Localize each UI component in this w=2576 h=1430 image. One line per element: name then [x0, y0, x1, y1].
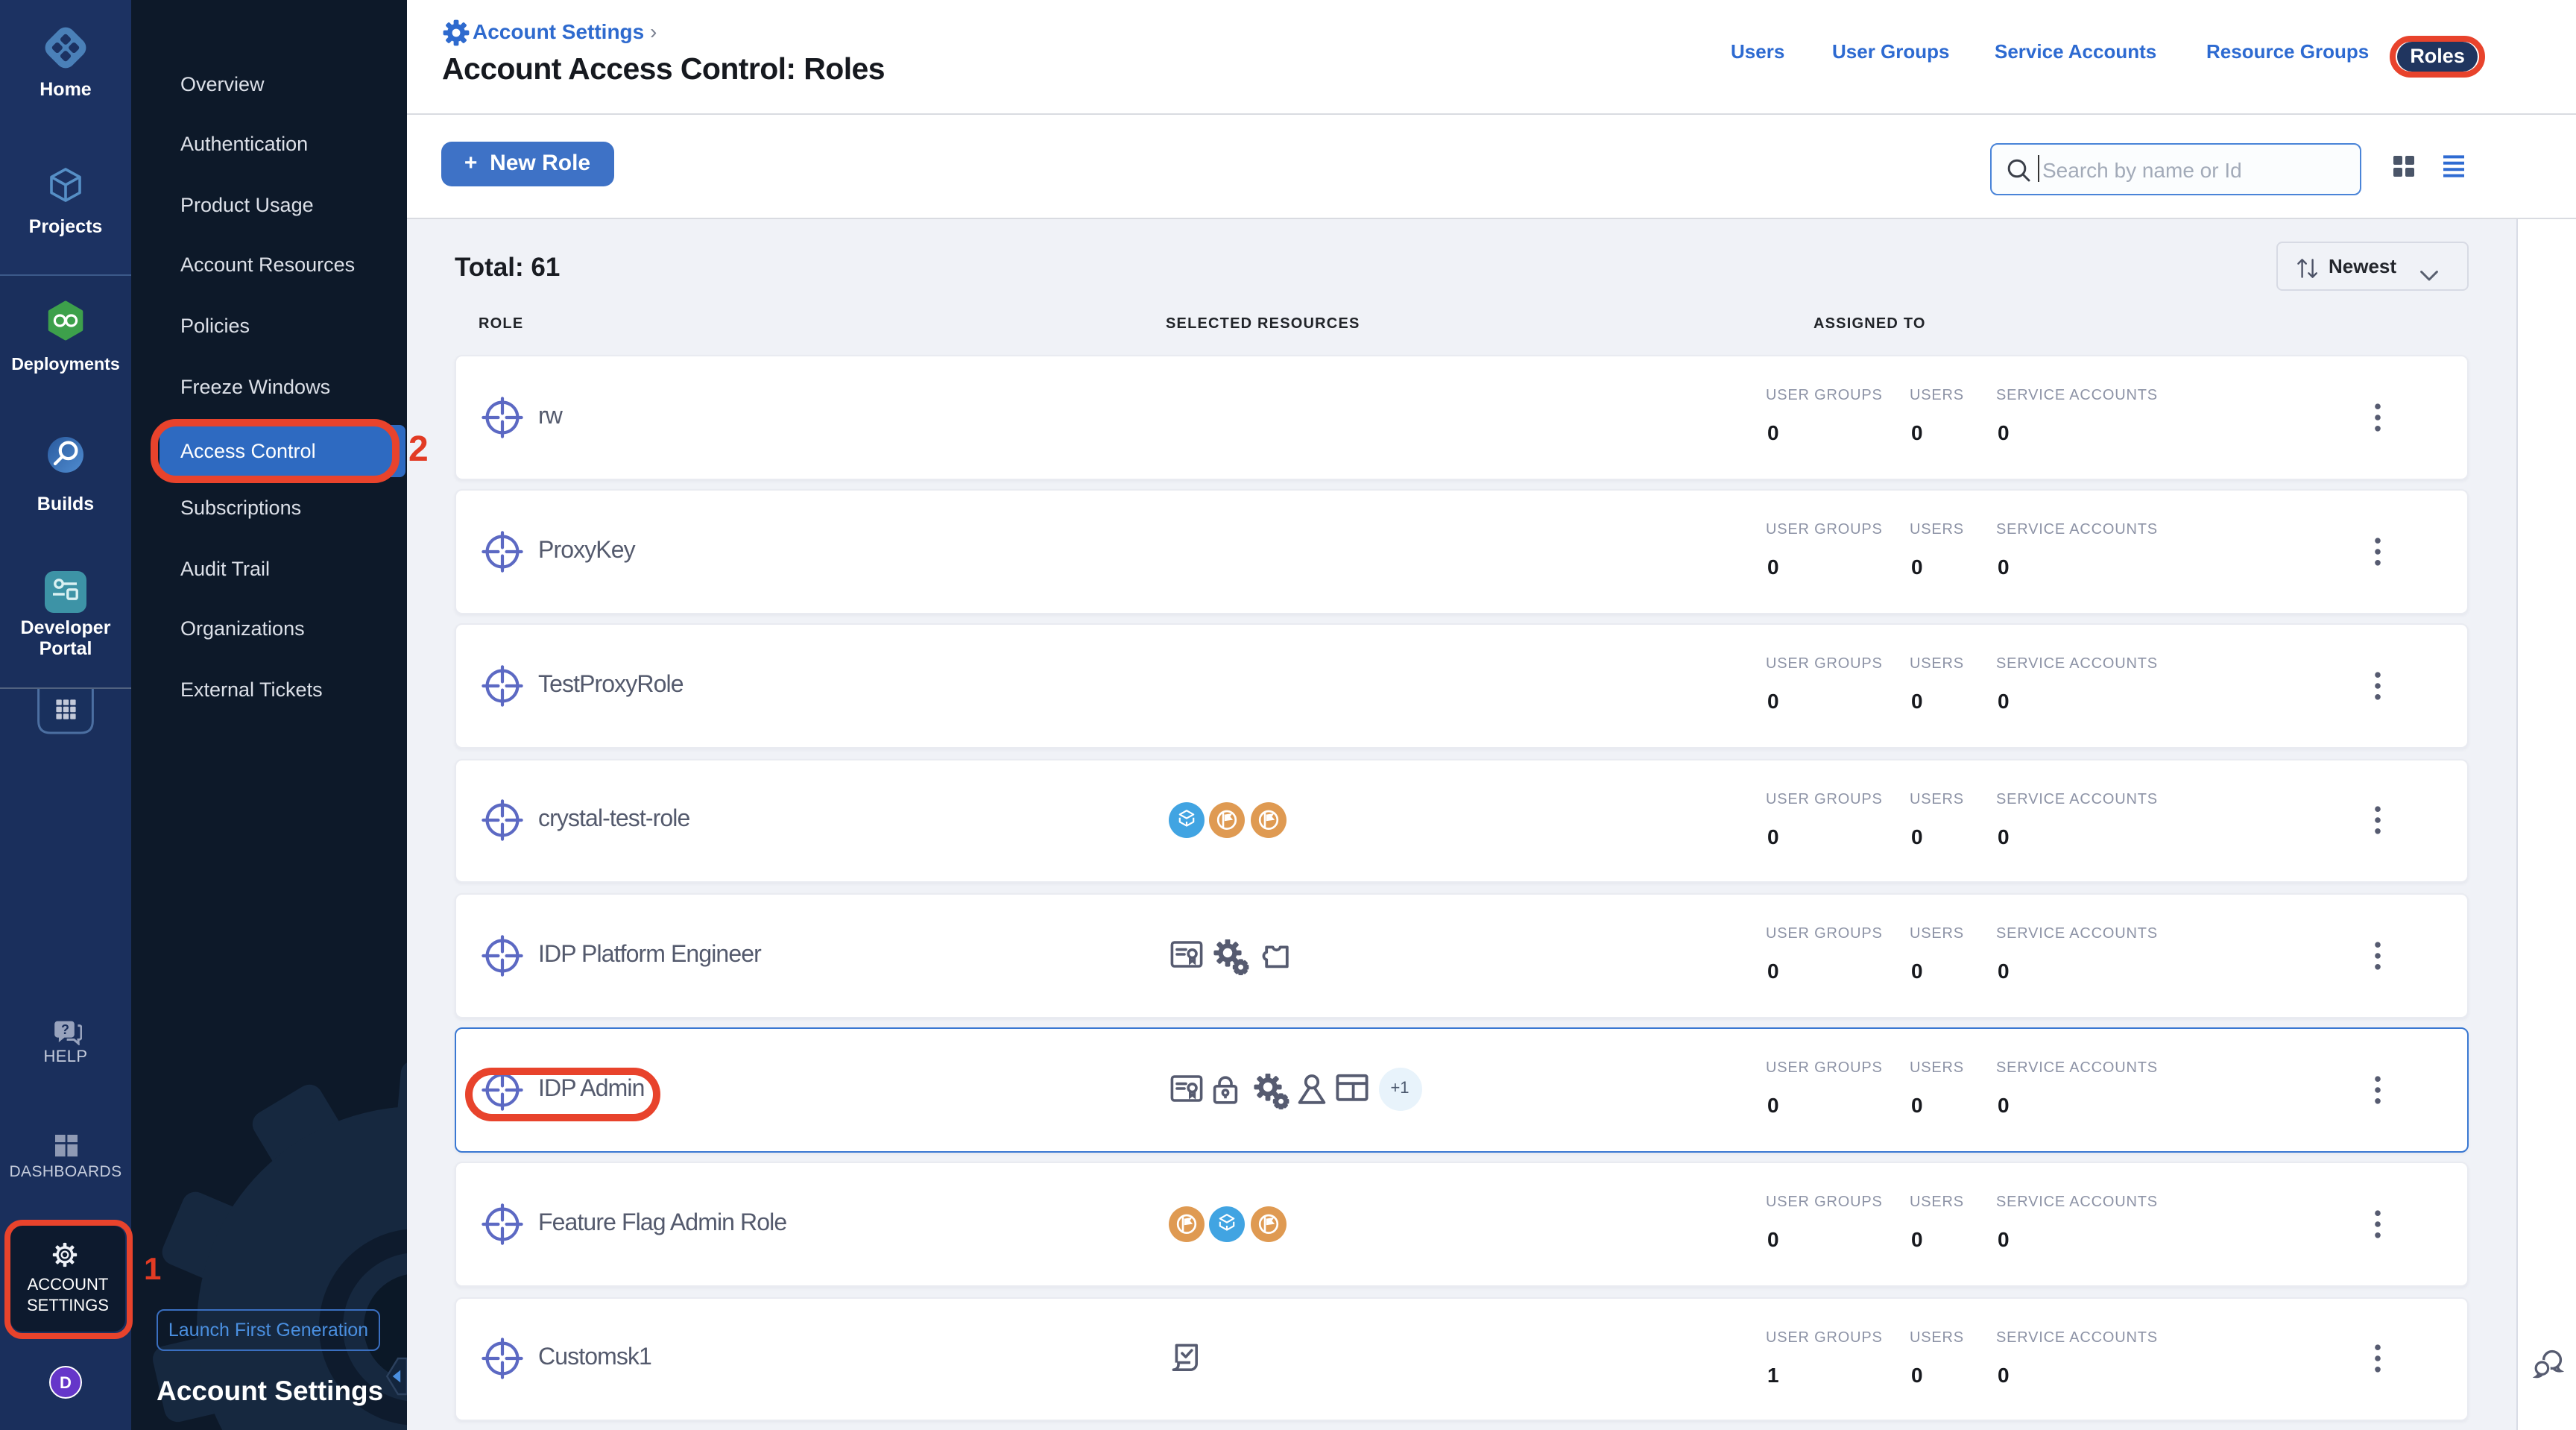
svg-text:?: ?	[61, 1022, 69, 1037]
